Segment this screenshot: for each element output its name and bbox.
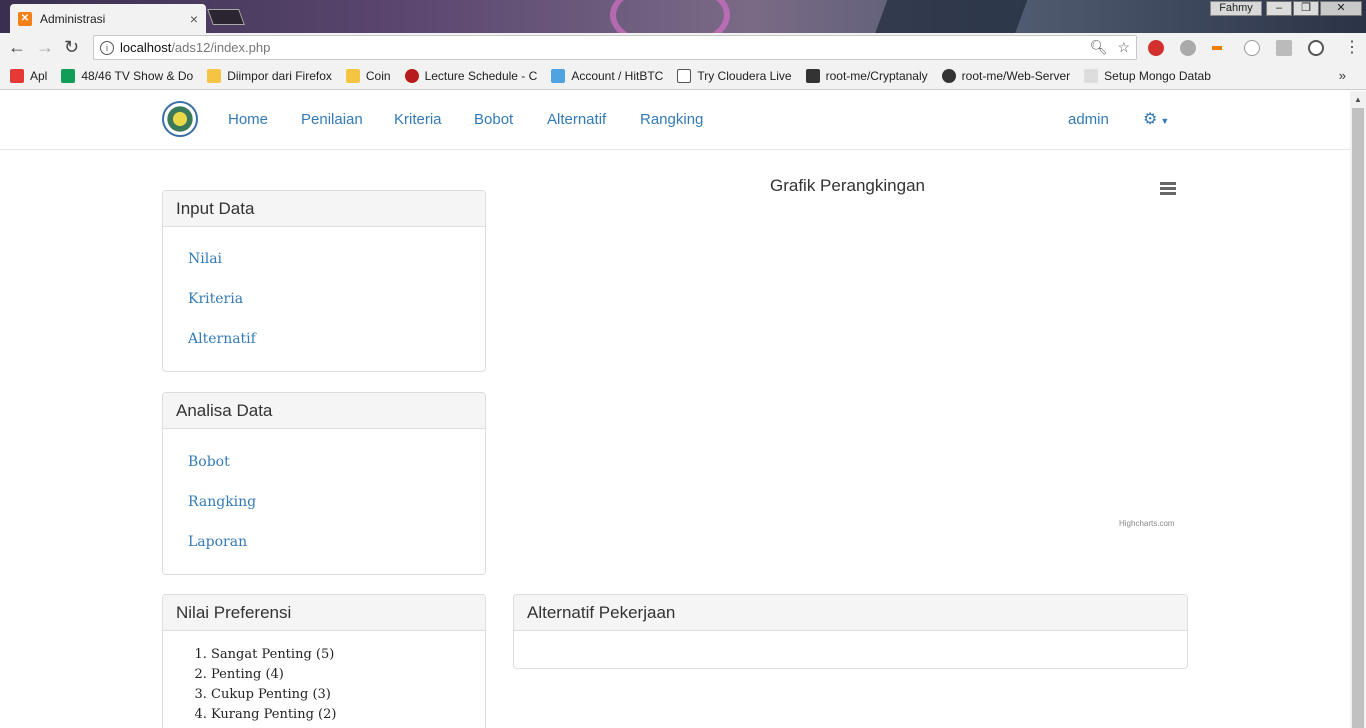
close-window-icon[interactable]: ✕ xyxy=(1320,1,1362,16)
github-icon xyxy=(941,68,956,83)
bookmarks-bar: Apl 48/46 TV Show & Do Diimpor dari Fire… xyxy=(0,62,1366,90)
page-scrollbar[interactable]: ▲ xyxy=(1350,91,1366,728)
bookmark-item[interactable]: root-me/Web-Server xyxy=(941,68,1070,83)
url-path: /ads12/index.php xyxy=(171,40,271,55)
bookmark-item[interactable]: Try Cloudera Live xyxy=(677,68,792,83)
info-icon[interactable]: i xyxy=(100,40,114,55)
star-icon[interactable]: ☆ xyxy=(1117,39,1130,55)
nav-kriteria[interactable]: Kriteria xyxy=(394,111,442,128)
university-logo[interactable] xyxy=(162,101,198,137)
link-laporan[interactable]: Laporan xyxy=(188,522,485,562)
browser-toolbar: ← → ↻ i localhost /ads12/index.php 🔍︎ ☆ … xyxy=(0,33,1366,62)
address-bar[interactable]: i localhost /ads12/index.php 🔍︎ ☆ xyxy=(93,35,1137,60)
panel-title: Input Data xyxy=(163,191,485,227)
bookmark-item[interactable]: Coin xyxy=(345,68,391,83)
tab-title: Administrasi xyxy=(40,11,106,26)
hitbtc-icon xyxy=(551,68,566,83)
bookmark-item[interactable]: Lecture Schedule - C xyxy=(404,68,537,83)
omnibox-actions: 🔍︎ ☆ xyxy=(1090,39,1130,56)
nav-penilaian[interactable]: Penilaian xyxy=(301,111,363,128)
bookmark-item[interactable]: Apl xyxy=(10,68,47,83)
scroll-up-icon[interactable]: ▲ xyxy=(1354,95,1362,104)
bookmark-item[interactable]: root-me/Cryptanaly xyxy=(805,68,928,83)
nav-rangking[interactable]: Rangking xyxy=(640,111,703,128)
menu-kebab-icon[interactable]: ⋮ xyxy=(1344,37,1360,57)
link-nilai[interactable]: Nilai xyxy=(188,239,485,279)
link-bobot[interactable]: Bobot xyxy=(188,442,485,482)
window-user-badge[interactable]: Fahmy xyxy=(1210,1,1262,16)
chart-menu-icon[interactable] xyxy=(1160,182,1176,196)
extension-icon[interactable] xyxy=(1180,40,1196,56)
extension-icon[interactable] xyxy=(1212,46,1222,50)
nilai-preferensi-panel: Nilai Preferensi Sangat Penting (5) Pent… xyxy=(162,594,486,728)
folder-icon xyxy=(345,68,360,83)
minimize-icon[interactable]: – xyxy=(1266,1,1292,16)
nav-bobot[interactable]: Bobot xyxy=(474,111,513,128)
link-rangking[interactable]: Rangking xyxy=(188,482,485,522)
zoom-icon[interactable]: 🔍︎ xyxy=(1090,39,1108,55)
extension-icon[interactable] xyxy=(1244,40,1260,56)
reload-icon[interactable]: ↻ xyxy=(64,37,79,58)
list-item: Cukup Penting (3) xyxy=(211,685,485,705)
xampp-favicon-icon: ✕ xyxy=(18,11,32,26)
sheets-icon xyxy=(61,68,76,83)
alternatif-pekerjaan-panel: Alternatif Pekerjaan xyxy=(513,594,1188,669)
app-navbar: Home Penilaian Kriteria Bobot Alternatif… xyxy=(0,91,1350,150)
nav-home[interactable]: Home xyxy=(228,111,268,128)
analisa-data-panel: Analisa Data Bobot Rangking Laporan xyxy=(162,392,486,575)
tab-close-icon[interactable]: × xyxy=(190,11,198,27)
folder-icon xyxy=(207,68,222,83)
chart-credits[interactable]: Highcharts.com xyxy=(1119,519,1175,528)
input-data-panel: Input Data Nilai Kriteria Alternatif xyxy=(162,190,486,372)
nav-user[interactable]: admin xyxy=(1068,111,1109,128)
caret-down-icon: ▼ xyxy=(1160,116,1170,126)
url-host: localhost xyxy=(120,40,172,55)
bookmark-item[interactable]: 48/46 TV Show & Do xyxy=(61,68,193,83)
extension-icon[interactable] xyxy=(1308,40,1324,56)
page-icon xyxy=(677,68,692,83)
bookmark-item[interactable]: Account / HitBTC xyxy=(551,68,663,83)
restore-icon[interactable]: ❐ xyxy=(1293,1,1319,16)
panel-title: Alternatif Pekerjaan xyxy=(514,595,1187,631)
gear-icon[interactable]: ⚙ ▼ xyxy=(1143,109,1169,129)
back-icon[interactable]: ← xyxy=(8,37,26,58)
chart-title: Grafik Perangkingan xyxy=(770,176,925,195)
bookmark-item[interactable]: Diimpor dari Firefox xyxy=(207,68,332,83)
forward-icon[interactable]: → xyxy=(36,37,54,58)
browser-titlebar: ✕ Administrasi × Fahmy – ❐ ✕ xyxy=(0,0,1366,50)
panel-title: Analisa Data xyxy=(163,393,485,429)
adblock-extension-icon[interactable] xyxy=(1148,40,1164,56)
list-item: Penting (4) xyxy=(211,665,485,685)
apps-grid-icon xyxy=(10,68,24,83)
bookmarks-more-icon[interactable]: » xyxy=(1339,68,1346,83)
scrollbar-thumb[interactable] xyxy=(1352,108,1364,728)
page-icon xyxy=(1084,68,1099,83)
site-icon xyxy=(404,68,419,83)
extension-icon[interactable] xyxy=(1276,40,1292,56)
list-item: Kurang Penting (2) xyxy=(211,705,485,725)
link-kriteria[interactable]: Kriteria xyxy=(188,279,485,319)
bookmark-item[interactable]: Setup Mongo Datab xyxy=(1084,68,1211,83)
browser-tab[interactable]: ✕ Administrasi × xyxy=(10,4,206,33)
nav-alternatif[interactable]: Alternatif xyxy=(547,111,606,128)
list-item: Sangat Penting (5) xyxy=(211,645,485,665)
preferensi-list: Sangat Penting (5) Penting (4) Cukup Pen… xyxy=(163,631,485,725)
panel-title: Nilai Preferensi xyxy=(163,595,485,631)
link-alternatif[interactable]: Alternatif xyxy=(188,319,485,359)
new-tab-button[interactable] xyxy=(207,9,245,25)
site-icon xyxy=(805,68,820,83)
